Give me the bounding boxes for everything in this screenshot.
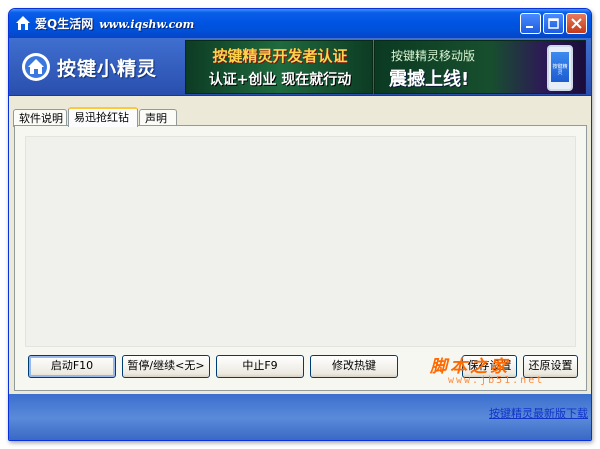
minimize-button[interactable] [520, 13, 541, 34]
close-icon [571, 18, 582, 29]
stop-button[interactable]: 中止F9 [216, 355, 304, 378]
phone-screen-text: 按键精灵 [552, 64, 568, 76]
close-button[interactable] [566, 13, 587, 34]
home-logo-icon [22, 53, 50, 81]
title-bar[interactable]: 爱Q生活网 www.iqshw.com [9, 9, 591, 38]
pause-resume-button[interactable]: 暂停/继续<无> [122, 355, 210, 378]
change-hotkey-button[interactable]: 修改热键 [310, 355, 398, 378]
banner1-line2: 认证+创业 现在就行动 [208, 72, 352, 88]
phone-icon: 按键精灵 [547, 45, 573, 91]
phone-screen: 按键精灵 [551, 52, 569, 82]
logo-text: 按键小精灵 [57, 57, 158, 80]
banner2-line1: 按键精灵移动版 [391, 49, 476, 63]
mobile-version-banner[interactable]: 按键精灵移动版 震撼上线! 按键精灵 [374, 40, 586, 94]
banner2-line2: 震撼上线! [389, 69, 470, 90]
content-area [25, 136, 576, 347]
watermark-url: www.jb51.net [448, 375, 545, 386]
logo: 按键小精灵 [21, 50, 157, 84]
app-icon [15, 15, 31, 31]
start-button[interactable]: 启动F10 [28, 355, 116, 378]
header-banner: 按键小精灵 按键精灵开发者认证 认证+创业 现在就行动 按键精灵移动版 震撼上线… [9, 38, 591, 96]
tab-yixun-red-diamond[interactable]: 易迅抢红钻 [68, 107, 138, 127]
window-title-label: 爱Q生活网 [35, 17, 94, 31]
window-title-url: www.iqshw.com [99, 18, 195, 31]
developer-cert-banner[interactable]: 按键精灵开发者认证 认证+创业 现在就行动 [185, 40, 373, 94]
watermark: 脚本之家 www.jb51.net [430, 352, 590, 386]
banner1-line1: 按键精灵开发者认证 [212, 47, 348, 65]
maximize-icon [548, 18, 559, 29]
minimize-icon [526, 26, 533, 28]
download-latest-link[interactable]: 按键精灵最新版下载 [489, 405, 588, 421]
watermark-text: 脚本之家 [430, 357, 510, 377]
window-title: 爱Q生活网 www.iqshw.com [35, 15, 194, 32]
maximize-button[interactable] [543, 13, 564, 34]
